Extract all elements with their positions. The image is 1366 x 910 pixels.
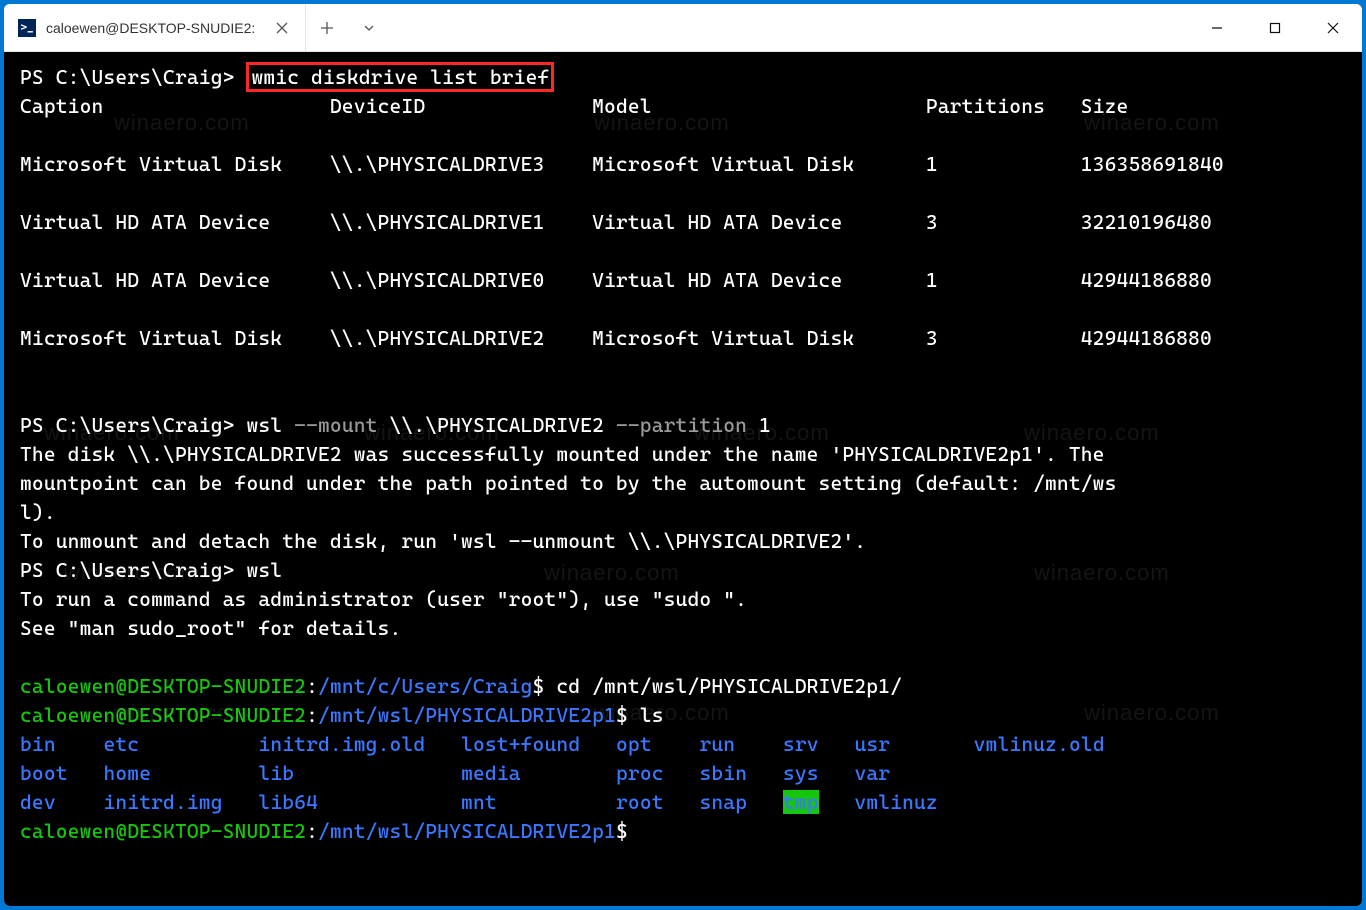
titlebar[interactable]: >_ caloewen@DESKTOP-SNUDIE2: (4, 4, 1362, 52)
ls-entry: srv (783, 732, 819, 756)
ls-entry: opt (616, 732, 652, 756)
new-tab-button[interactable] (306, 4, 348, 51)
drive-row: Virtual HD ATA Device \\.\PHYSICALDRIVE1… (20, 210, 1212, 234)
ls-entry: snap (699, 790, 747, 814)
ls-entry: usr (854, 732, 890, 756)
tab-title: caloewen@DESKTOP-SNUDIE2: (46, 20, 255, 36)
arg-partnum: 1 (747, 413, 771, 437)
linux-user: caloewen@DESKTOP-SNUDIE2 (20, 819, 306, 843)
ls-entry: vmlinuz.old (974, 732, 1105, 756)
ls-entry: dev (20, 790, 56, 814)
ls-entry: boot (20, 761, 68, 785)
ls-entry: lost+found (461, 732, 580, 756)
flag-partition: --partition (616, 413, 747, 437)
ps-prompt: PS C:\Users\Craig> (20, 413, 246, 437)
ls-entry: media (461, 761, 521, 785)
colon: : (306, 819, 318, 843)
linux-cmd: ls (628, 703, 664, 727)
tab-actions (306, 4, 390, 51)
ls-entry: lib (258, 761, 294, 785)
ls-entry: bin (20, 732, 56, 756)
maximize-button[interactable] (1246, 4, 1304, 51)
col-partitions: Partitions (926, 94, 1081, 118)
ls-entry: vmlinuz (854, 790, 937, 814)
powershell-icon: >_ (18, 19, 36, 37)
sudo-message: To run a command as administrator (user … (20, 587, 747, 640)
ls-entry: initrd.img (103, 790, 222, 814)
ps-prompt: PS C:\Users\Craig> (20, 65, 246, 89)
window-controls (1188, 4, 1362, 51)
linux-user: caloewen@DESKTOP-SNUDIE2 (20, 703, 306, 727)
ls-entry: initrd.img.old (258, 732, 425, 756)
watermark: winaero.com (544, 557, 680, 589)
linux-user: caloewen@DESKTOP-SNUDIE2 (20, 674, 306, 698)
minimize-button[interactable] (1188, 4, 1246, 51)
linux-cmd: cd /mnt/wsl/PHYSICALDRIVE2p1/ (544, 674, 902, 698)
dollar: $ (616, 703, 628, 727)
ls-entry: sys (783, 761, 819, 785)
linux-path: /mnt/wsl/PHYSICALDRIVE2p1 (318, 703, 616, 727)
ls-entry: lib64 (258, 790, 318, 814)
ls-entry: root (616, 790, 664, 814)
watermark: winaero.com (1034, 557, 1170, 589)
command-highlighted: wmic diskdrive list brief (246, 62, 554, 92)
ls-entry: home (103, 761, 151, 785)
colon: : (306, 674, 318, 698)
ls-entry: run (699, 732, 735, 756)
close-icon (1327, 22, 1339, 34)
arg-drive: \\.\PHYSICALDRIVE2 (378, 413, 616, 437)
ls-entry: var (854, 761, 890, 785)
col-size: Size (1081, 94, 1129, 118)
flag-mount: --mount (294, 413, 377, 437)
window-close-button[interactable] (1304, 4, 1362, 51)
drive-row: Microsoft Virtual Disk \\.\PHYSICALDRIVE… (20, 326, 1212, 350)
dollar: $ (533, 674, 545, 698)
chevron-down-icon (362, 21, 376, 35)
col-caption: Caption (20, 94, 330, 118)
linux-path: /mnt/c/Users/Craig (318, 674, 533, 698)
ls-entry: etc (103, 732, 139, 756)
colon: : (306, 703, 318, 727)
maximize-icon (1269, 22, 1281, 34)
cmd-wsl-plain: wsl (246, 558, 282, 582)
mount-message: The disk \\.\PHYSICALDRIVE2 was successf… (20, 442, 1117, 553)
terminal-window: >_ caloewen@DESKTOP-SNUDIE2: (4, 4, 1362, 906)
linux-path: /mnt/wsl/PHYSICALDRIVE2p1 (318, 819, 616, 843)
terminal-content[interactable]: PS C:\Users\Craig> wmic diskdrive list b… (4, 52, 1362, 906)
ls-entry: mnt (461, 790, 497, 814)
ps-prompt: PS C:\Users\Craig> (20, 558, 246, 582)
ls-entry: proc (616, 761, 664, 785)
dollar: $ (616, 819, 628, 843)
col-deviceid: DeviceID (330, 94, 592, 118)
plus-icon (320, 21, 334, 35)
tab-close-button[interactable] (273, 19, 291, 37)
minimize-icon (1211, 22, 1223, 34)
ls-entry: sbin (699, 761, 747, 785)
drive-row: Microsoft Virtual Disk \\.\PHYSICALDRIVE… (20, 152, 1224, 176)
close-icon (276, 22, 288, 34)
cmd-wsl: wsl (246, 413, 294, 437)
tab-active[interactable]: >_ caloewen@DESKTOP-SNUDIE2: (4, 4, 306, 51)
ls-entry: tmp (783, 790, 819, 814)
drive-row: Virtual HD ATA Device \\.\PHYSICALDRIVE0… (20, 268, 1212, 292)
col-model: Model (592, 94, 926, 118)
watermark: winaero.com (1084, 697, 1220, 729)
tab-dropdown-button[interactable] (348, 4, 390, 51)
